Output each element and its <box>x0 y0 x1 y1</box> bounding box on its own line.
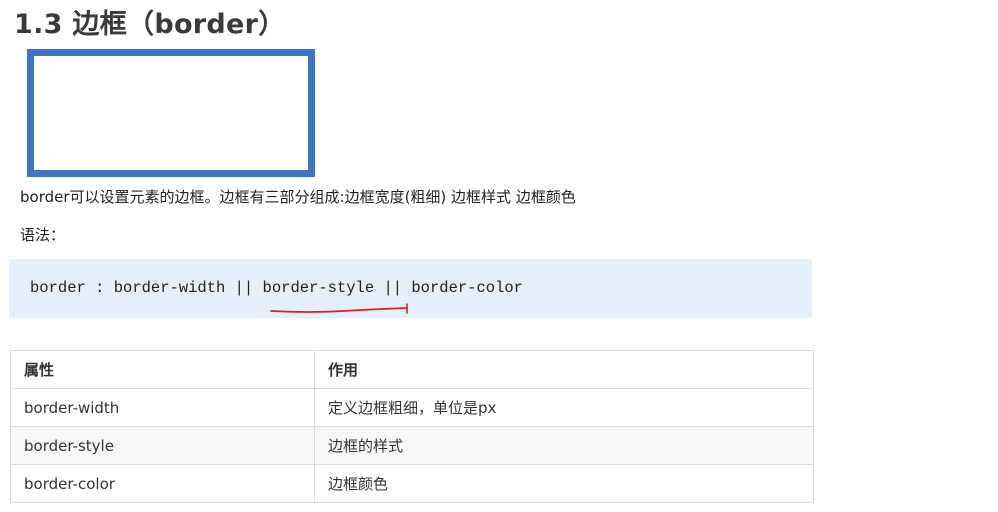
table-cell-description: 边框的样式 <box>314 426 814 465</box>
table-header-cell: 作用 <box>314 350 814 389</box>
table-row: border-width 定义边框粗细，单位是px <box>10 388 814 427</box>
intro-paragraph: border可以设置元素的边框。边框有三部分组成:边框宽度(粗细) 边框样式 边… <box>20 188 576 206</box>
table-cell-description: 定义边框粗细，单位是px <box>314 388 814 427</box>
table-row: border-color 边框颜色 <box>10 464 814 503</box>
code-line: border : border-width || border-style ||… <box>30 279 523 297</box>
table-cell-description: 边框颜色 <box>314 464 814 503</box>
table-row: border-style 边框的样式 <box>10 426 814 465</box>
table-header-cell: 属性 <box>10 350 315 389</box>
code-block: border : border-width || border-style ||… <box>9 259 812 318</box>
document-page: 1.3 边框（border） border可以设置元素的边框。边框有三部分组成:… <box>0 0 998 512</box>
border-demo-box <box>27 49 315 177</box>
section-heading: 1.3 边框（border） <box>14 9 286 40</box>
table-cell-property: border-style <box>10 426 315 465</box>
table-header-row: 属性 作用 <box>10 350 814 389</box>
border-properties-table: 属性 作用 border-width 定义边框粗细，单位是px border-s… <box>10 350 814 503</box>
table-cell-property: border-color <box>10 464 315 503</box>
table-cell-property: border-width <box>10 388 315 427</box>
red-underline-annotation <box>270 303 408 314</box>
syntax-label: 语法： <box>20 226 66 244</box>
